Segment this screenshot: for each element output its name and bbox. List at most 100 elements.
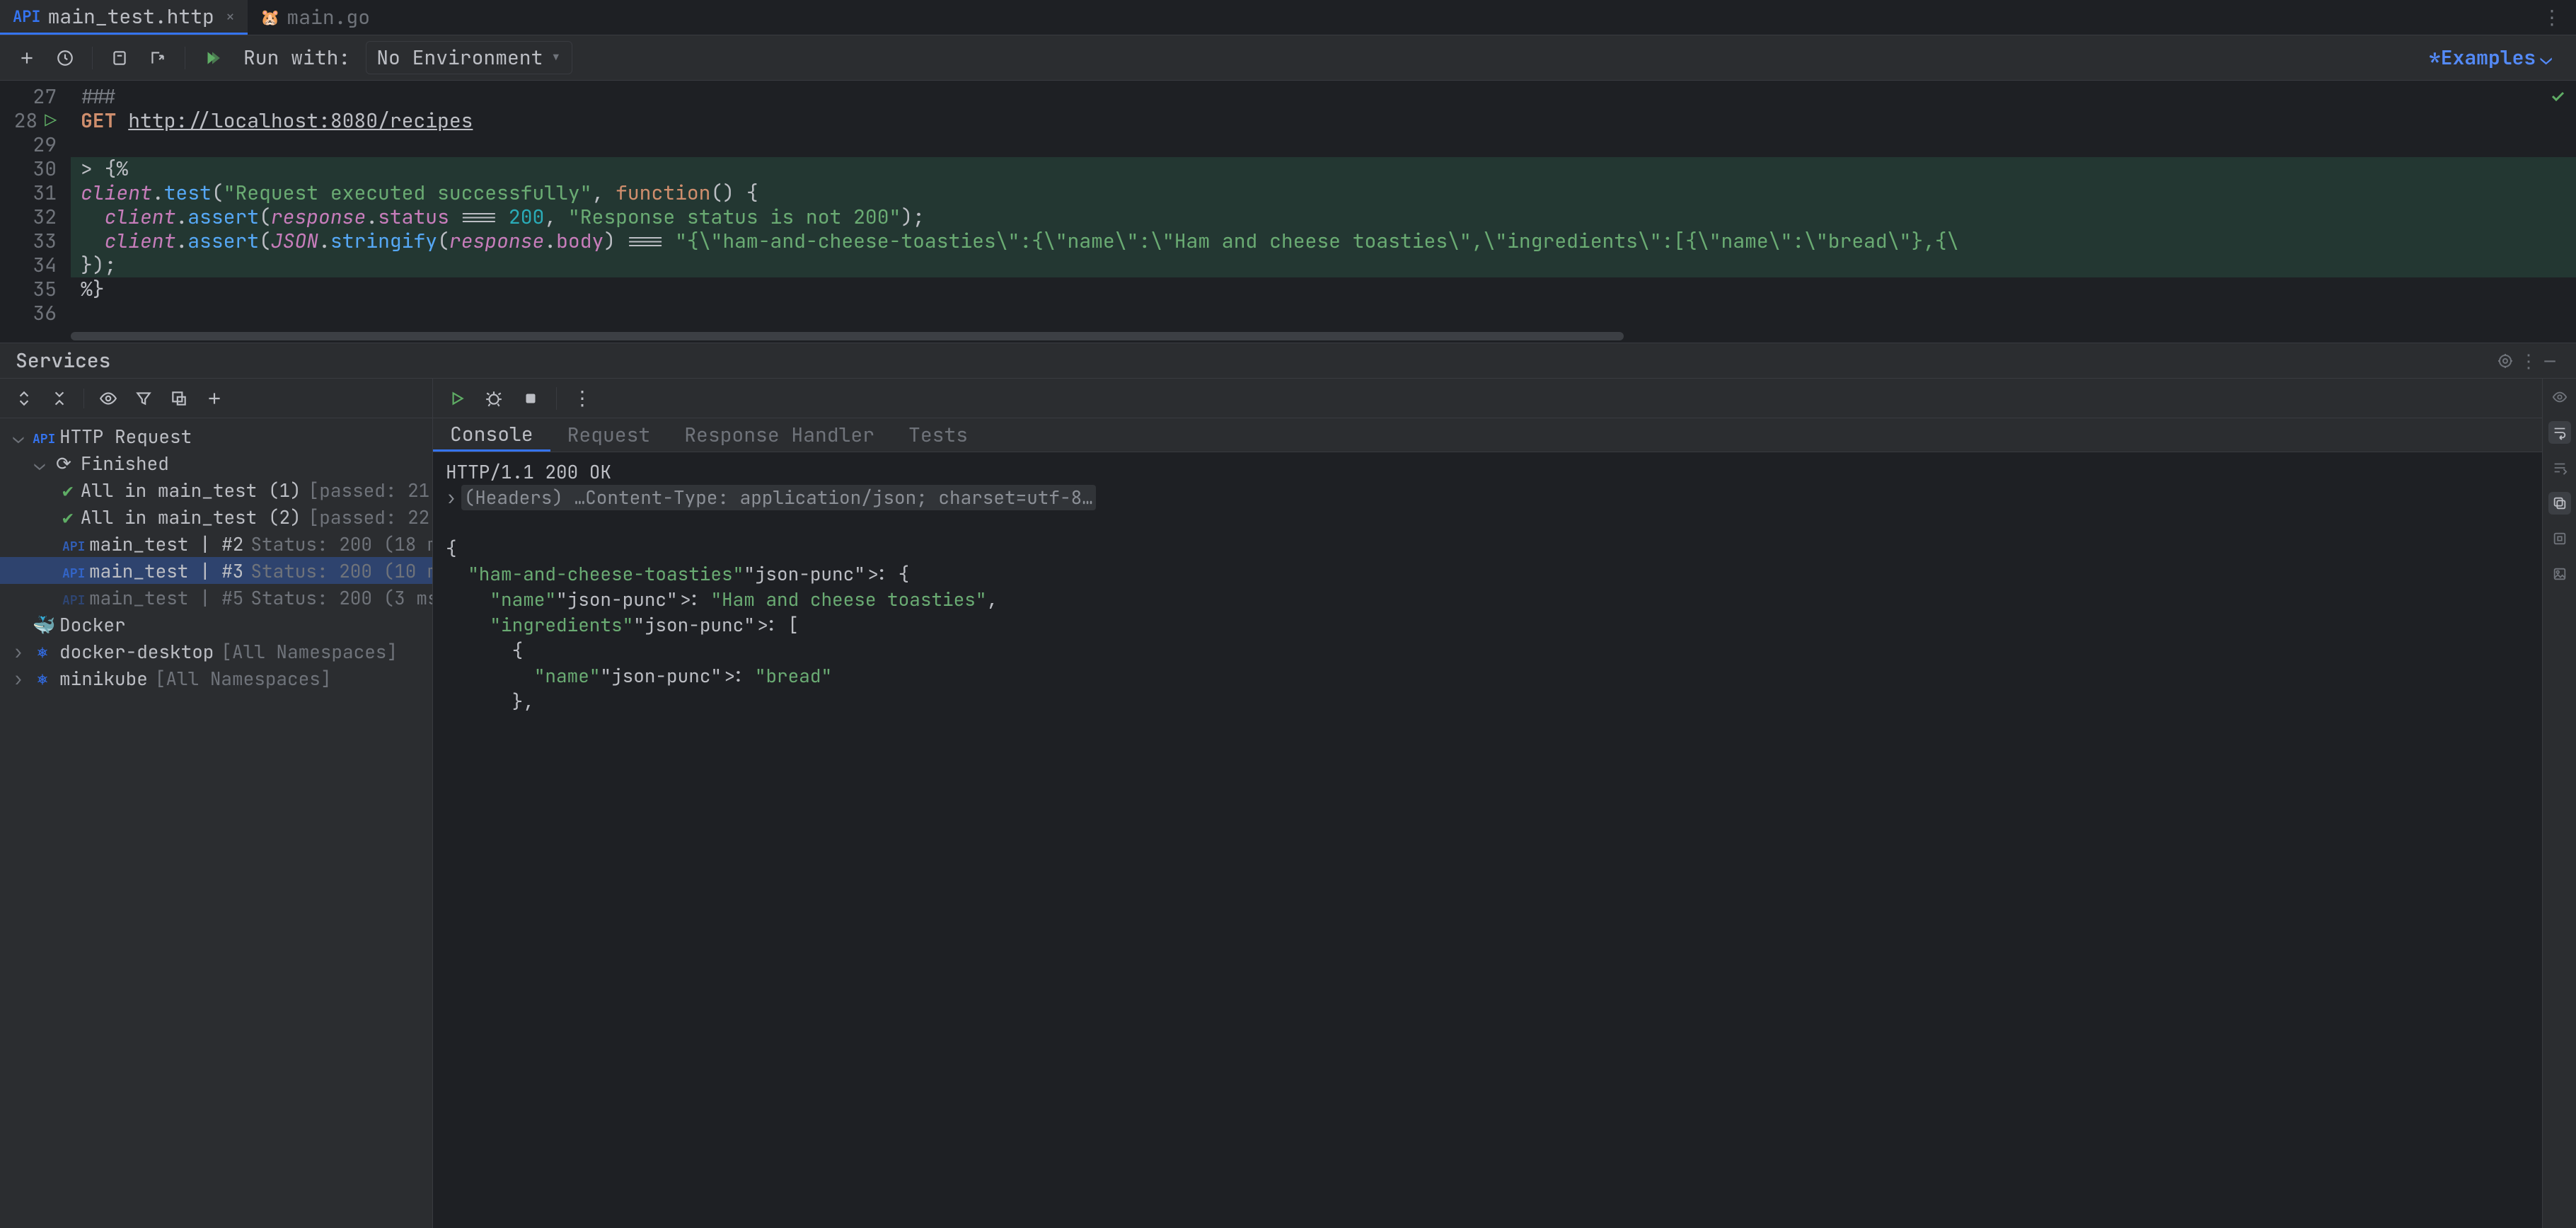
- tree-row[interactable]: ✔All in main_test (1) [passed: 21 of 21: [0, 476, 432, 503]
- api-icon: API: [62, 566, 85, 582]
- image-icon[interactable]: [2548, 563, 2571, 585]
- tab-overflow-menu-icon[interactable]: ⋮: [2528, 4, 2576, 30]
- check-icon: ✔: [62, 505, 74, 529]
- copy-icon[interactable]: [2548, 492, 2571, 515]
- code-line[interactable]: });: [71, 253, 2576, 277]
- code-line[interactable]: > {%: [71, 157, 2576, 181]
- tab-main-go[interactable]: 🐹 main.go: [248, 0, 383, 35]
- console-tab-request[interactable]: Request: [550, 418, 668, 452]
- services-tree[interactable]: ⌄APIHTTP Request⌄⟳Finished✔All in main_t…: [0, 418, 432, 1228]
- tab-label: main_test.http: [48, 4, 214, 30]
- tree-label: All in main_test (1): [81, 478, 301, 503]
- console-output[interactable]: HTTP/1.1 200 OK›(Headers) …Content-Type:…: [433, 452, 2542, 1228]
- code-line[interactable]: client.test("Request executed successful…: [71, 181, 2576, 205]
- scroll-to-end-icon[interactable]: [2548, 457, 2571, 479]
- console-body-line: "name""json-punc">: "Ham and cheese toas…: [446, 587, 2529, 612]
- chevron-right-icon[interactable]: ›: [13, 666, 25, 691]
- console-body-line: "name""json-punc">: "bread": [446, 663, 2529, 689]
- open-new-icon[interactable]: [168, 387, 190, 410]
- expand-all-icon[interactable]: [13, 387, 35, 410]
- api-icon: API: [13, 6, 41, 27]
- tree-suffix: [passed: 22 of 22: [308, 505, 432, 529]
- tree-row[interactable]: APImain_test | #2 Status: 200 (18 ms): [0, 530, 432, 557]
- code-line[interactable]: [71, 133, 2576, 157]
- code-editor[interactable]: 2728▷2930313233343536 ###GET http://loca…: [0, 81, 2576, 343]
- tree-row[interactable]: APImain_test | #3 Status: 200 (10 ms): [0, 557, 432, 584]
- tree-label: main_test | #5: [89, 585, 243, 610]
- code-line[interactable]: [71, 302, 2576, 326]
- console-toolbar: ⋮: [433, 379, 2542, 418]
- refresh-icon: ⟳: [56, 451, 71, 476]
- console-headers-line[interactable]: (Headers) …Content-Type: application/jso…: [461, 485, 1096, 510]
- tab-main-test-http[interactable]: API main_test.http ×: [0, 0, 248, 35]
- tree-suffix: [passed: 21 of 21: [308, 478, 432, 503]
- code-line[interactable]: client.assert(response.status === 200, "…: [71, 205, 2576, 229]
- tree-label: main_test | #2: [89, 532, 243, 556]
- services-header: Services ⋮ —: [0, 343, 2576, 379]
- filter-icon[interactable]: [132, 387, 155, 410]
- examples-label: *Examples: [2429, 45, 2536, 71]
- tree-suffix: Status: 200 (3 ms): [250, 585, 432, 610]
- minimize-icon[interactable]: —: [2539, 348, 2560, 373]
- services-title: Services: [16, 348, 110, 374]
- gutter-run-icon[interactable]: ▷: [45, 109, 57, 133]
- code-line[interactable]: GET http://localhost:8080/recipes: [71, 109, 2576, 133]
- horizontal-scrollbar[interactable]: [71, 330, 2576, 343]
- run-with-label: Run with:: [243, 45, 350, 71]
- compare-icon[interactable]: [2548, 527, 2571, 550]
- console-body-line: {: [446, 536, 2529, 561]
- code-line[interactable]: ###: [71, 85, 2576, 109]
- convert-icon[interactable]: [108, 47, 131, 69]
- services-panel: Services ⋮ —: [0, 343, 2576, 1228]
- stop-icon[interactable]: [519, 387, 542, 410]
- add-request-icon[interactable]: [16, 47, 38, 69]
- examples-link[interactable]: *Examples ⌄: [2429, 45, 2560, 71]
- tree-row[interactable]: APImain_test | #5 Status: 200 (3 ms): [0, 584, 432, 611]
- debug-icon[interactable]: [483, 387, 505, 410]
- editor-gutter: 2728▷2930313233343536: [0, 81, 71, 330]
- tree-row[interactable]: ⌄ ⟳ Finished: [0, 449, 432, 476]
- console-body-line: {: [446, 638, 2529, 663]
- rerun-icon[interactable]: [446, 387, 468, 410]
- tree-row[interactable]: ›⎈minikube [All Namespaces]: [0, 665, 432, 692]
- run-all-icon[interactable]: [201, 47, 224, 69]
- history-icon[interactable]: [54, 47, 76, 69]
- tree-row[interactable]: ⌄APIHTTP Request: [0, 423, 432, 449]
- code-line[interactable]: %}: [71, 277, 2576, 302]
- console-tab-console[interactable]: Console: [433, 418, 550, 452]
- soft-wrap-icon[interactable]: [2548, 421, 2571, 444]
- close-icon[interactable]: ×: [226, 6, 235, 27]
- chevron-down-icon[interactable]: ⌄: [13, 424, 25, 449]
- collapse-all-icon[interactable]: [48, 387, 71, 410]
- import-icon[interactable]: [146, 47, 169, 69]
- tree-suffix: [All Namespaces]: [155, 666, 332, 691]
- tree-row[interactable]: 🐳Docker: [0, 611, 432, 638]
- console-body-line: },: [446, 689, 2529, 714]
- preview-icon[interactable]: [2548, 386, 2571, 408]
- console-tabs: ConsoleRequestResponse HandlerTests: [433, 418, 2542, 452]
- inspection-ok-icon[interactable]: [2549, 88, 2566, 105]
- more-icon[interactable]: ⋮: [2518, 348, 2539, 373]
- editor-code[interactable]: ###GET http://localhost:8080/recipes > {%…: [71, 81, 2576, 330]
- tree-suffix: Status: 200 (10 ms): [250, 558, 432, 583]
- tree-label: main_test | #3: [89, 558, 243, 583]
- console-tab-response-handler[interactable]: Response Handler: [667, 418, 891, 452]
- console-right-rail: [2542, 379, 2576, 1228]
- console-pane: ⋮ ConsoleRequestResponse HandlerTests HT…: [433, 379, 2576, 1228]
- console-more-icon[interactable]: ⋮: [571, 387, 594, 410]
- show-icon[interactable]: [97, 387, 120, 410]
- chevron-down-icon[interactable]: ⌄: [34, 451, 47, 476]
- tree-label: minikube: [59, 666, 148, 691]
- tree-row[interactable]: ✔All in main_test (2) [passed: 22 of 22: [0, 503, 432, 530]
- environment-dropdown[interactable]: No Environment ▾: [366, 41, 572, 74]
- console-tab-tests[interactable]: Tests: [891, 418, 985, 452]
- add-icon[interactable]: [203, 387, 226, 410]
- tree-label: Finished: [81, 451, 169, 476]
- code-line[interactable]: client.assert(JSON.stringify(response.bo…: [71, 229, 2576, 253]
- tree-row[interactable]: ›⎈docker-desktop [All Namespaces]: [0, 638, 432, 665]
- target-icon[interactable]: [2497, 352, 2518, 369]
- kubernetes-icon: ⎈: [37, 639, 48, 664]
- chevron-right-icon[interactable]: ›: [13, 639, 25, 664]
- chevron-down-icon: ⌄: [2540, 45, 2552, 71]
- fold-icon[interactable]: ›: [446, 485, 457, 510]
